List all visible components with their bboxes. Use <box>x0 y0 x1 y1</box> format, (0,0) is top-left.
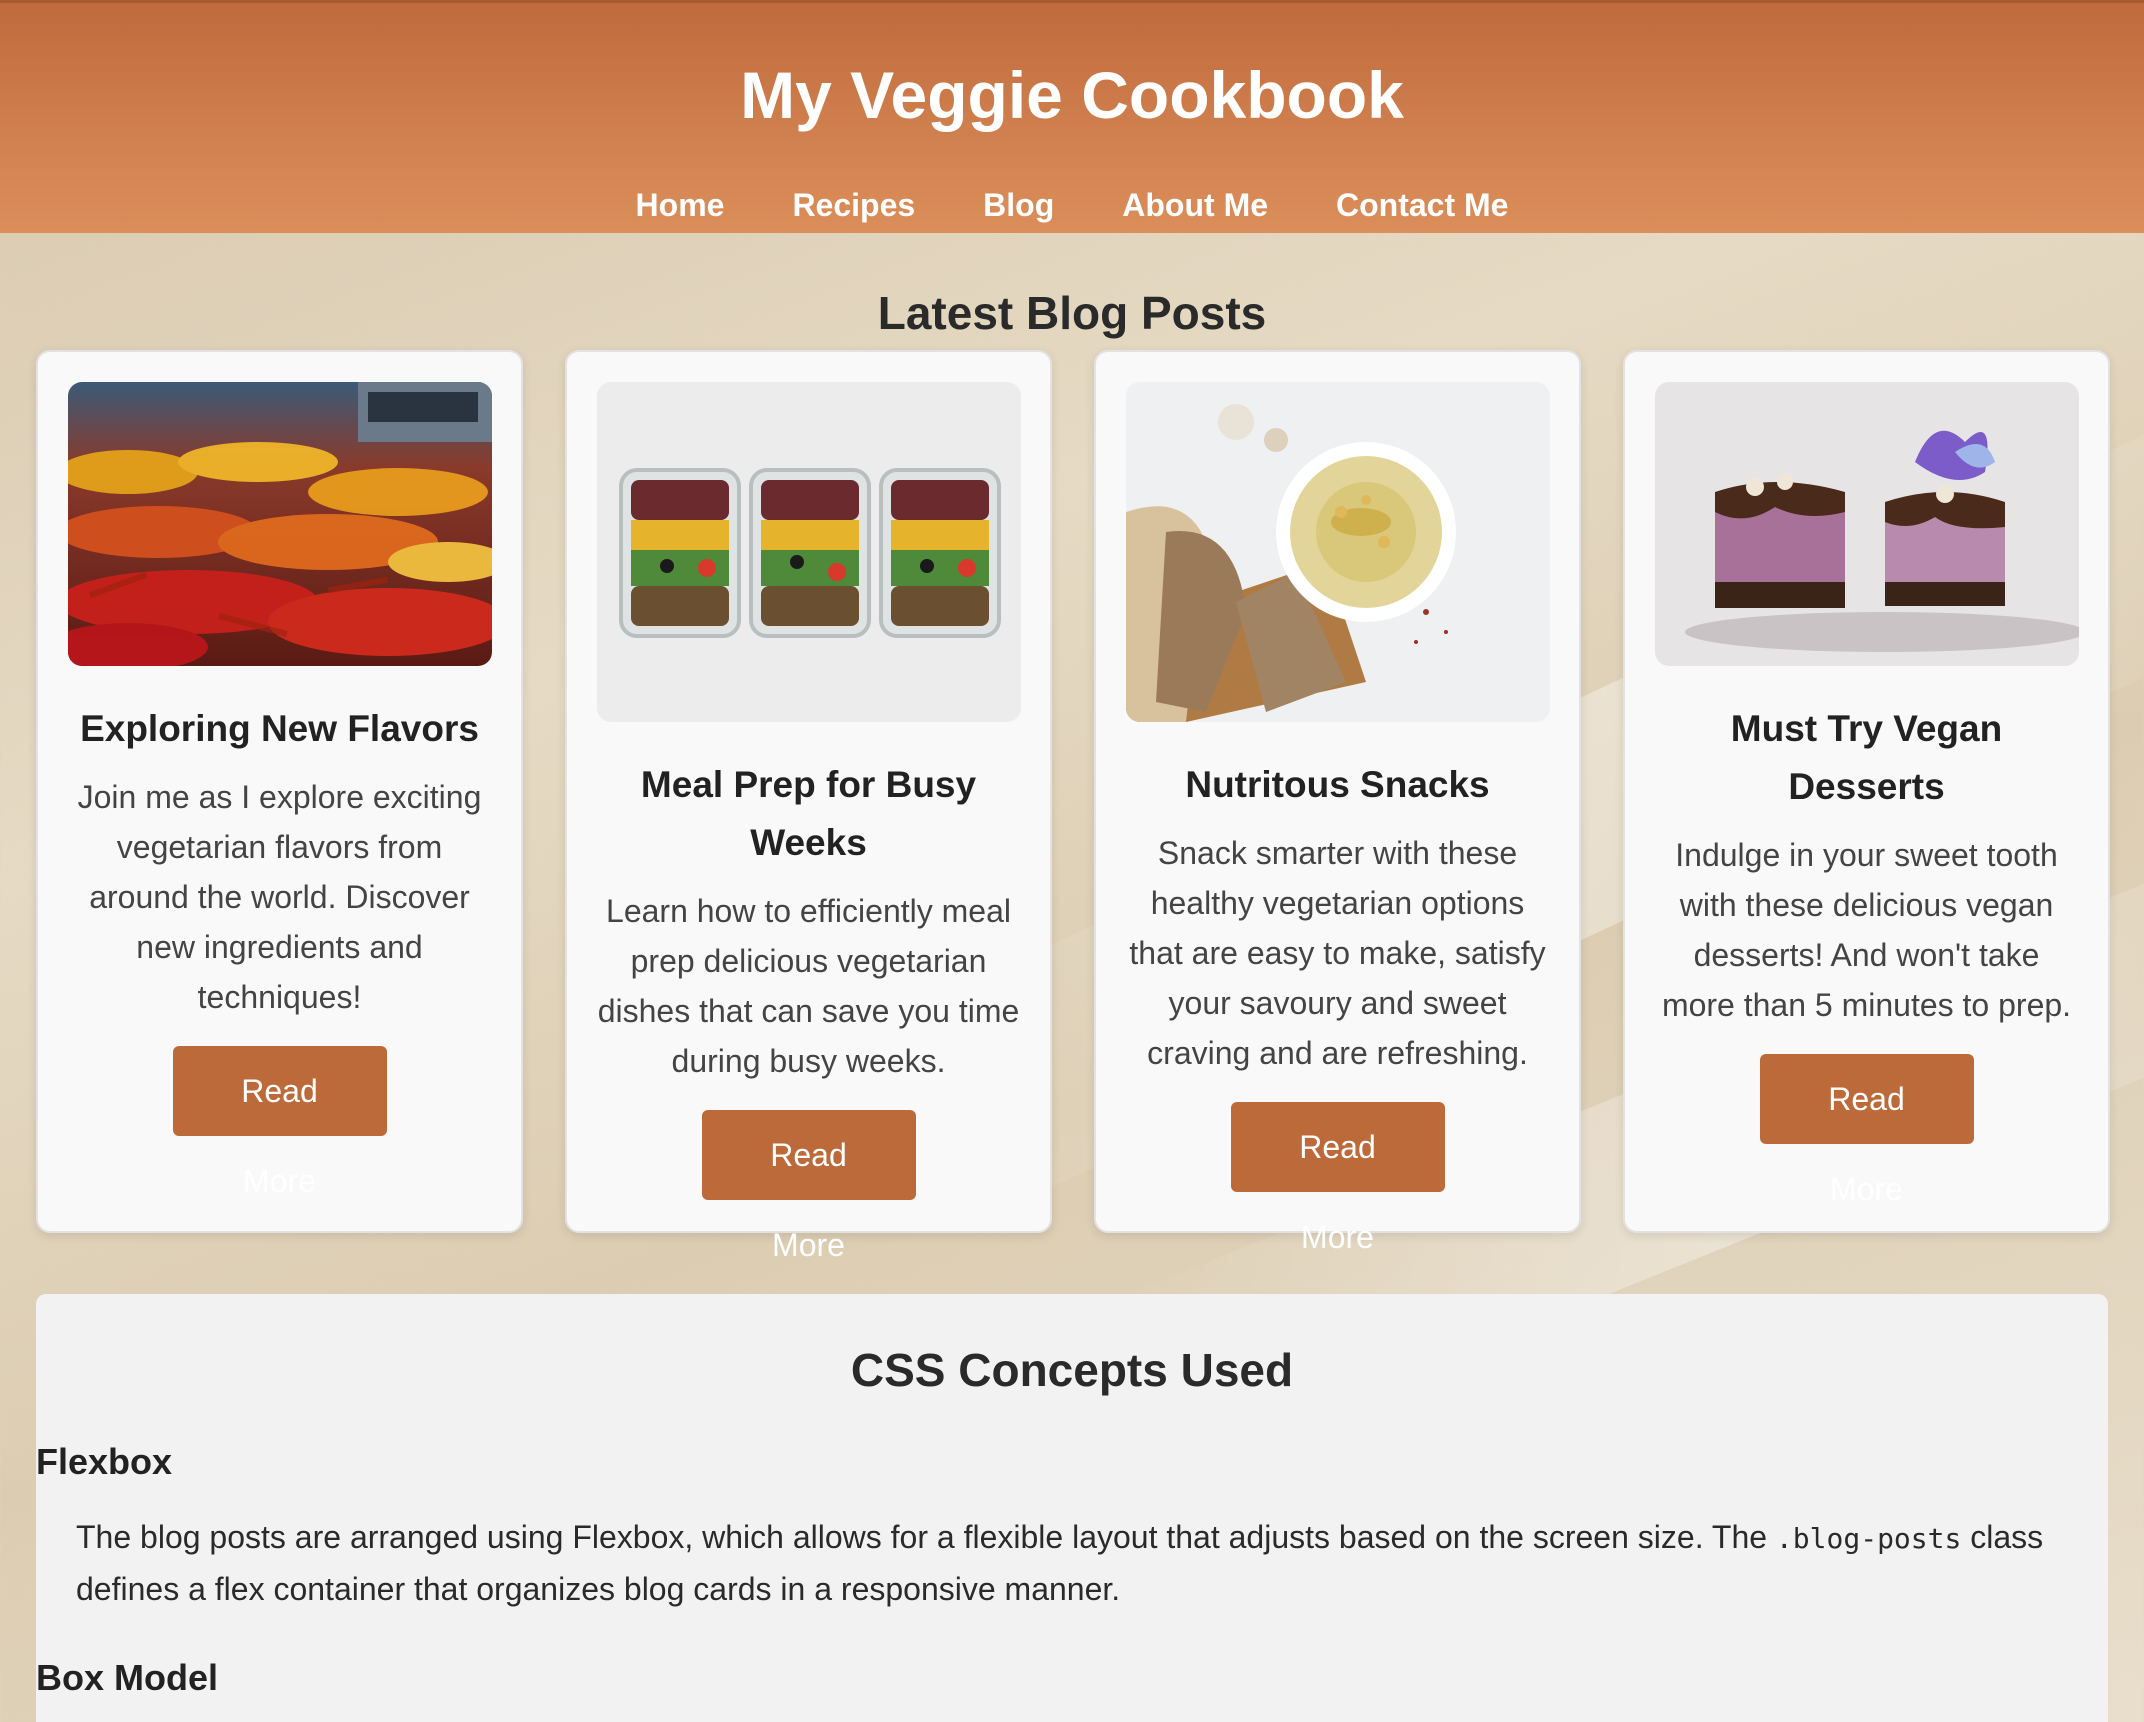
blog-card: Exploring New Flavors Join me as I explo… <box>36 350 523 1233</box>
nav-contact-me[interactable]: Contact Me <box>1336 187 1508 223</box>
read-more-button[interactable]: Read More <box>1759 1054 1974 1207</box>
css-concepts-section: CSS Concepts Used Flexbox The blog posts… <box>36 1294 2108 1722</box>
blog-section-title: Latest Blog Posts <box>877 287 1267 339</box>
nav-about-me[interactable]: About Me <box>1122 187 1268 223</box>
blog-posts-code: .blog-posts <box>1775 1522 1962 1555</box>
site-header: My Veggie Cookbook Home Recipes Blog Abo… <box>0 0 2144 233</box>
hummus-bread-image <box>1126 382 1550 722</box>
flexbox-heading: Flexbox <box>36 1441 173 1482</box>
nav-blog[interactable]: Blog <box>983 187 1054 223</box>
post-title: Nutritous Snacks <box>1185 764 1490 805</box>
concepts-title: CSS Concepts Used <box>850 1344 1294 1396</box>
nav-home[interactable]: Home <box>636 187 725 223</box>
post-title: Exploring New Flavors <box>80 708 479 749</box>
box-model-heading: Box Model <box>36 1657 219 1698</box>
flexbox-text-part-1: The blog posts are arranged using Flexbo… <box>76 1519 1776 1555</box>
blog-card: Must Try Vegan Desserts Indulge in your … <box>1623 350 2110 1233</box>
post-excerpt: Join me as I explore exciting vegetarian… <box>77 779 482 1015</box>
post-excerpt: Snack smarter with these healthy vegetar… <box>1129 835 1546 1071</box>
blog-card: Nutritous Snacks Snack smarter with thes… <box>1094 350 1581 1255</box>
post-excerpt: Learn how to efficiently meal prep delic… <box>597 893 1020 1079</box>
post-title: Must Try Vegan Desserts <box>1730 708 2003 807</box>
read-more-button[interactable]: Read More <box>701 1110 916 1263</box>
blog-posts: Exploring New Flavors Join me as I explo… <box>36 350 2110 1263</box>
blog-card: Meal Prep for Busy Weeks Learn how to ef… <box>565 350 1052 1263</box>
chili-peppers-image <box>68 382 492 666</box>
meal-prep-image <box>597 382 1021 722</box>
read-more-button[interactable]: Read More <box>1230 1102 1445 1255</box>
flexbox-description: The blog posts are arranged using Flexbo… <box>76 1512 2068 1614</box>
site-title: My Veggie Cookbook <box>740 58 1404 132</box>
main-nav: Home Recipes Blog About Me Contact Me <box>0 187 2144 223</box>
read-more-button[interactable]: Read More <box>172 1046 387 1199</box>
post-title: Meal Prep for Busy Weeks <box>640 764 977 863</box>
vegan-desserts-image <box>1655 382 2079 666</box>
post-excerpt: Indulge in your sweet tooth with these d… <box>1661 837 2072 1023</box>
nav-recipes[interactable]: Recipes <box>792 187 915 223</box>
